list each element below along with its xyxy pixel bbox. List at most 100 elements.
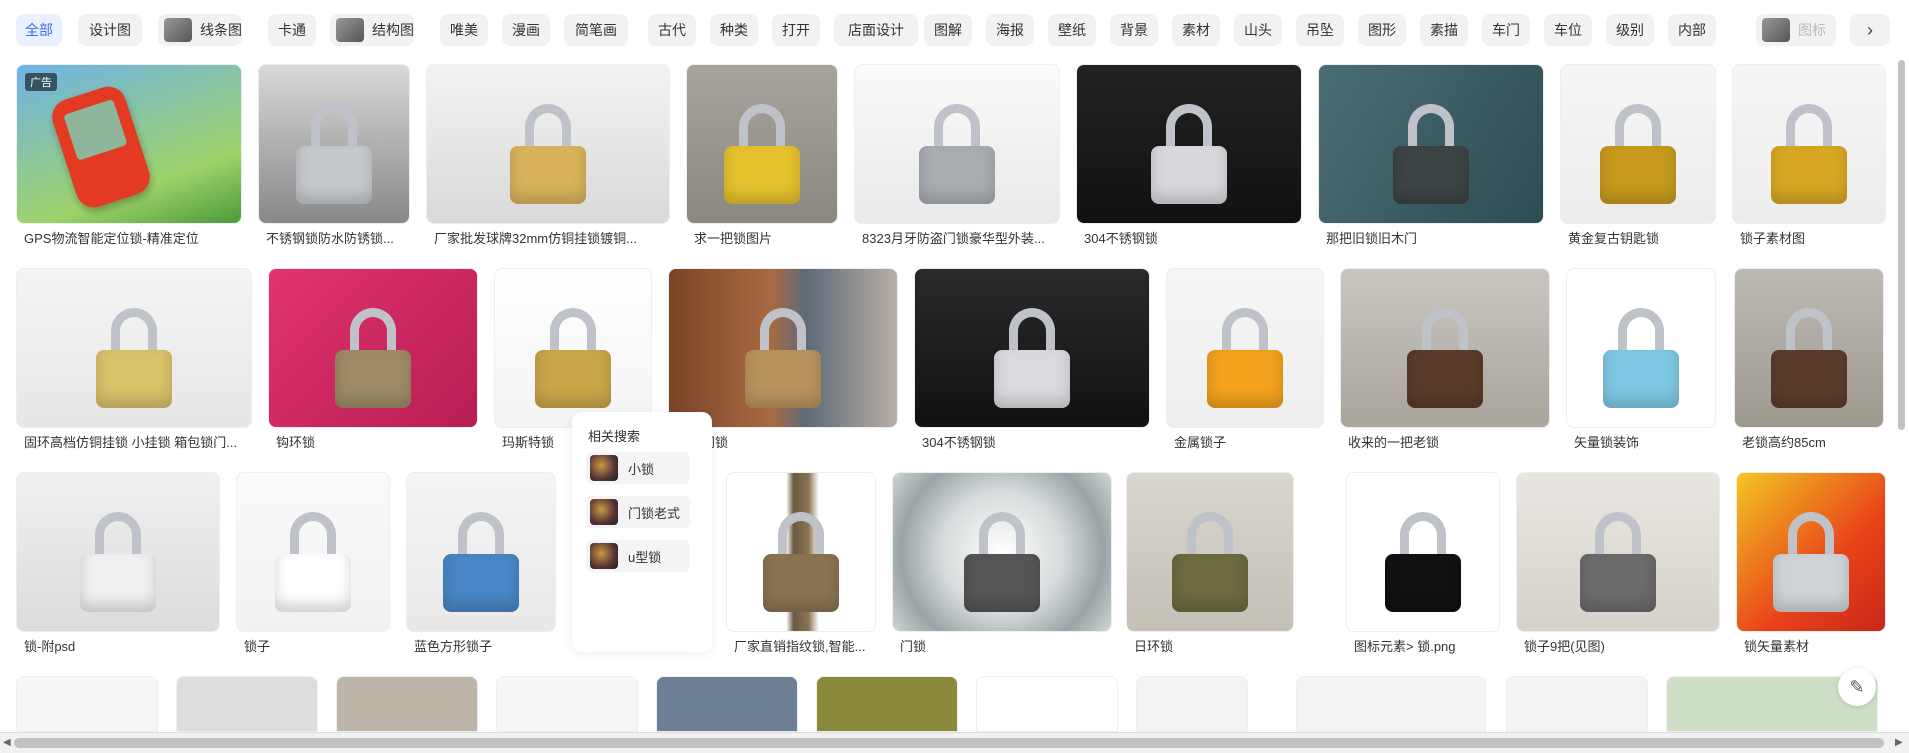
image-card[interactable]: 锁子	[236, 472, 390, 658]
horizontal-scrollbar[interactable]: ◀ ▶	[0, 732, 1909, 753]
thumbnail-image[interactable]	[1296, 676, 1486, 732]
filter-chip[interactable]: 图解	[924, 14, 972, 46]
image-card[interactable]: 固环高档仿铜挂锁 小挂锁 箱包锁门...	[16, 268, 252, 454]
thumbnail-image[interactable]	[494, 268, 652, 428]
filter-chip[interactable]: 古代	[648, 14, 696, 46]
image-caption[interactable]: 求一把锁图片	[694, 228, 834, 247]
filter-chip[interactable]: 种类	[710, 14, 758, 46]
image-card[interactable]	[976, 676, 1118, 732]
thumbnail-image[interactable]	[686, 64, 838, 224]
image-caption[interactable]: 固环高档仿铜挂锁 小挂锁 箱包锁门...	[24, 432, 248, 451]
image-caption[interactable]: 门锁	[900, 636, 1108, 655]
image-card[interactable]: 图标元素> 锁.png	[1346, 472, 1500, 658]
image-card[interactable]: 蓝色方形锁子	[406, 472, 556, 658]
filter-chip[interactable]: 级别	[1606, 14, 1654, 46]
image-card[interactable]	[1136, 676, 1248, 732]
image-caption[interactable]: 8323月牙防盗门锁豪华型外装...	[862, 228, 1056, 247]
image-caption[interactable]: GPS物流智能定位锁-精准定位	[24, 228, 238, 247]
image-caption[interactable]: 厂家直销指纹锁,智能...	[734, 636, 872, 655]
image-caption[interactable]: 锁子	[244, 636, 386, 655]
image-caption[interactable]: 日环锁	[1134, 636, 1290, 655]
image-card[interactable]: 矢量锁装饰	[1566, 268, 1716, 454]
thumbnail-image[interactable]	[16, 472, 220, 632]
image-card[interactable]: 304不锈钢锁	[914, 268, 1150, 454]
image-card[interactable]	[16, 676, 158, 732]
image-card[interactable]: 门锁	[892, 472, 1112, 658]
filter-chip[interactable]: 结构图	[330, 14, 414, 46]
thumbnail-image[interactable]	[1566, 268, 1716, 428]
thumbnail-image[interactable]	[258, 64, 410, 224]
thumbnail-image[interactable]	[406, 472, 556, 632]
scroll-right-icon[interactable]: ▶	[1895, 737, 1903, 748]
image-card[interactable]	[1296, 676, 1486, 732]
image-card[interactable]	[656, 676, 798, 732]
image-card[interactable]: 广告 GPS物流智能定位锁-精准定位	[16, 64, 242, 250]
chevron-right-icon[interactable]: ›	[1850, 14, 1890, 46]
thumbnail-image[interactable]	[854, 64, 1060, 224]
filter-chip[interactable]: 设计图	[78, 14, 142, 46]
thumbnail-image[interactable]	[16, 268, 252, 428]
image-card[interactable]: 那把旧锁旧木门	[1318, 64, 1544, 250]
thumbnail-image[interactable]	[1506, 676, 1648, 732]
thumbnail-image[interactable]	[1732, 64, 1886, 224]
thumbnail-image[interactable]	[16, 676, 158, 732]
filter-chip[interactable]: 内部	[1668, 14, 1716, 46]
filter-chip[interactable]: 吊坠	[1296, 14, 1344, 46]
filter-chip[interactable]: 素材	[1172, 14, 1220, 46]
image-card[interactable]	[816, 676, 958, 732]
filter-chip[interactable]: 线条图	[158, 14, 242, 46]
related-search-item[interactable]: 小锁	[586, 452, 690, 484]
filter-chip[interactable]: 全部	[16, 14, 62, 46]
thumbnail-image[interactable]	[1126, 472, 1294, 632]
image-card[interactable]: 求一把锁图片	[686, 64, 838, 250]
thumbnail-image[interactable]	[976, 676, 1118, 732]
filter-chip[interactable]: 打开	[772, 14, 820, 46]
thumbnail-image[interactable]	[496, 676, 638, 732]
image-card[interactable]: 锁矢量素材	[1736, 472, 1886, 658]
image-card[interactable]: 锁子9把(见图)	[1516, 472, 1720, 658]
vertical-scrollbar[interactable]	[1894, 60, 1909, 732]
image-caption[interactable]: 收来的一把老锁	[1348, 432, 1546, 451]
image-caption[interactable]: 锁-附psd	[24, 636, 216, 655]
scroll-thumb[interactable]	[1898, 60, 1905, 430]
thumbnail-image[interactable]	[1560, 64, 1716, 224]
filter-chip[interactable]: 店面设计	[834, 14, 918, 46]
image-card[interactable]: 黄金复古钥匙锁	[1560, 64, 1716, 250]
filter-chip[interactable]: 唯美	[440, 14, 488, 46]
image-card[interactable]: 日环锁	[1126, 472, 1294, 658]
thumbnail-image[interactable]	[236, 472, 390, 632]
image-caption[interactable]: 蓝色方形锁子	[414, 636, 552, 655]
thumbnail-image[interactable]	[1340, 268, 1550, 428]
image-card[interactable]: 厂家直销指纹锁,智能...	[726, 472, 876, 658]
filter-chip[interactable]: 漫画	[502, 14, 550, 46]
thumbnail-image[interactable]	[914, 268, 1150, 428]
image-card[interactable]	[496, 676, 638, 732]
image-caption[interactable]: 图标元素> 锁.png	[1354, 636, 1496, 655]
thumbnail-image[interactable]	[656, 676, 798, 732]
thumbnail-image[interactable]	[668, 268, 898, 428]
image-card[interactable]: 收来的一把老锁	[1340, 268, 1550, 454]
related-search-item[interactable]: u型锁	[586, 540, 690, 572]
thumbnail-image[interactable]	[1318, 64, 1544, 224]
thumbnail-image[interactable]	[1516, 472, 1720, 632]
thumbnail-image[interactable]	[892, 472, 1112, 632]
image-caption[interactable]: 老锁高约85cm	[1742, 432, 1880, 451]
thumbnail-image[interactable]	[726, 472, 876, 632]
filter-chip[interactable]: 简笔画	[564, 14, 628, 46]
thumbnail-image[interactable]: 广告	[16, 64, 242, 224]
filter-chip[interactable]: 图标	[1756, 14, 1836, 46]
filter-chip[interactable]: 卡通	[268, 14, 316, 46]
image-card[interactable]: 不锈钢锁防水防锈锁...	[258, 64, 410, 250]
image-caption[interactable]: 锁子素材图	[1740, 228, 1882, 247]
image-caption[interactable]: 锁子9把(见图)	[1524, 636, 1716, 655]
image-caption[interactable]: 304不锈钢锁	[1084, 228, 1298, 247]
thumbnail-image[interactable]	[1136, 676, 1248, 732]
filter-chip[interactable]: 图形	[1358, 14, 1406, 46]
filter-chip[interactable]: 车门	[1482, 14, 1530, 46]
image-card[interactable]: 厂家批发球牌32mm仿铜挂锁镀铜...	[426, 64, 670, 250]
image-caption[interactable]: 304不锈钢锁	[922, 432, 1146, 451]
image-caption[interactable]: 金属锁子	[1174, 432, 1320, 451]
thumbnail-image[interactable]	[268, 268, 478, 428]
filter-chip[interactable]: 车位	[1544, 14, 1592, 46]
scroll-left-icon[interactable]: ◀	[3, 737, 11, 748]
